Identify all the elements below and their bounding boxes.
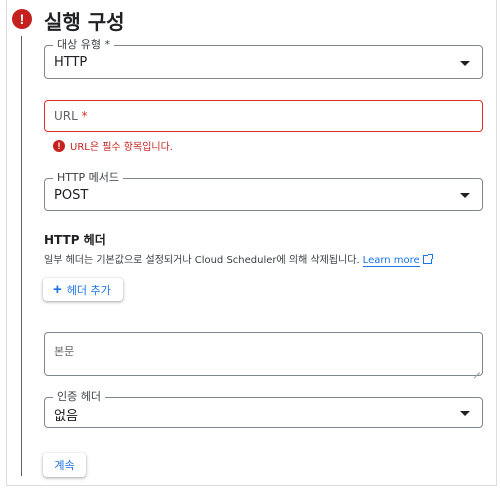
required-mark: * [81, 109, 88, 123]
target-type-label: 대상 유형 * [53, 38, 114, 52]
panel-border-left [6, 0, 7, 486]
http-method-label: HTTP 메서드 [53, 171, 124, 185]
http-headers-help: 일부 헤더는 기본값으로 설정되거나 Cloud Scheduler에 의해 삭… [44, 251, 433, 267]
http-headers-heading: HTTP 헤더 [44, 233, 106, 247]
error-icon: ! [53, 139, 65, 152]
url-input[interactable]: URL * [44, 100, 483, 132]
learn-more-link[interactable]: Learn more [362, 255, 420, 267]
plus-icon: + [53, 281, 62, 298]
continue-button[interactable]: 계속 [43, 453, 86, 477]
panel-border-bottom [6, 485, 497, 486]
body-textarea[interactable]: 본문 [44, 332, 483, 376]
panel-border-right [496, 0, 497, 486]
url-placeholder: URL * [54, 109, 88, 123]
add-header-label: 헤더 추가 [66, 283, 111, 297]
http-headers-help-text: 일부 헤더는 기본값으로 설정되거나 Cloud Scheduler에 의해 삭… [44, 255, 360, 266]
url-error-text: URL은 필수 항목입니다. [70, 142, 173, 153]
step-title: 실행 구성 [44, 10, 125, 34]
continue-label: 계속 [54, 459, 75, 472]
dropdown-arrow-icon [460, 411, 470, 416]
resize-handle-icon[interactable] [472, 365, 480, 373]
url-error-message: ! URL은 필수 항목입니다. [53, 138, 173, 153]
http-method-value: POST [54, 188, 89, 203]
execution-config-step: ! 실행 구성 대상 유형 * HTTP URL * ! URL은 필수 항목입… [0, 0, 500, 488]
auth-header-value: 없음 [54, 409, 78, 424]
add-header-button[interactable]: + 헤더 추가 [43, 278, 123, 301]
target-type-value: HTTP [54, 55, 88, 70]
open-in-new-icon [422, 254, 433, 264]
dropdown-arrow-icon [460, 61, 470, 66]
body-placeholder: 본문 [54, 345, 75, 358]
target-type-select[interactable]: 대상 유형 * HTTP [44, 38, 483, 79]
error-icon: ! [12, 9, 32, 29]
dropdown-arrow-icon [460, 193, 470, 198]
http-method-select[interactable]: HTTP 메서드 POST [44, 171, 483, 211]
auth-header-select[interactable]: 인증 헤더 없음 [44, 390, 483, 428]
auth-header-label: 인증 헤더 [53, 390, 105, 404]
step-connector-line [21, 36, 22, 476]
